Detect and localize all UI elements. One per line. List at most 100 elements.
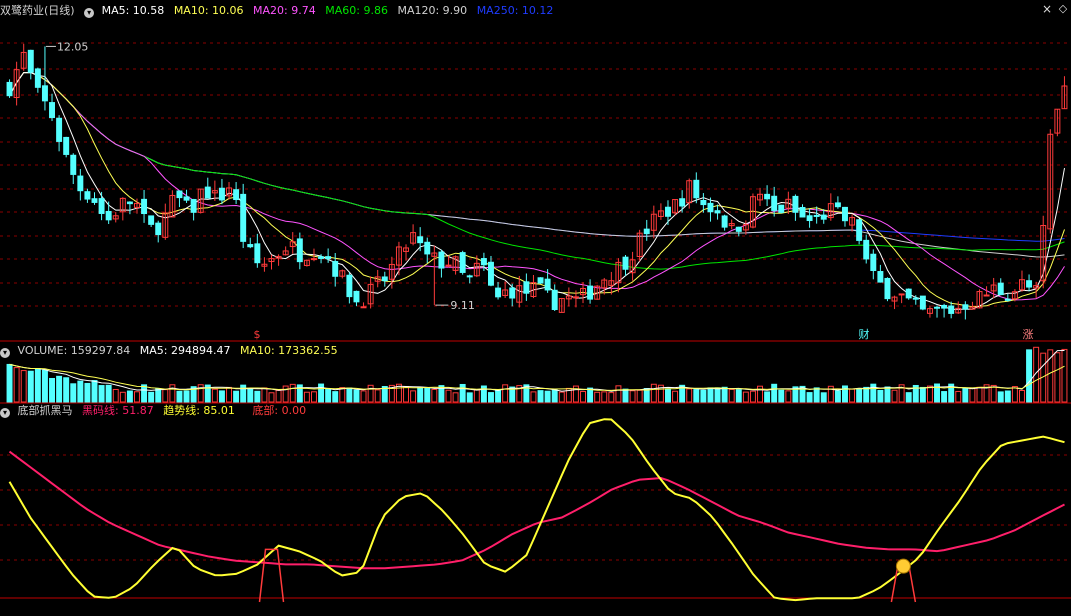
candle-body	[1004, 298, 1011, 301]
volume-bar	[884, 386, 891, 403]
candle-body	[495, 287, 502, 298]
candle-body	[247, 244, 254, 248]
volume-bar	[530, 391, 537, 403]
candle-body	[764, 193, 771, 200]
candle-body	[643, 228, 650, 235]
volume-toggle-icon[interactable]: ▾	[0, 348, 10, 358]
candle-body	[480, 258, 487, 266]
candle-body	[445, 264, 452, 267]
volume-bar	[587, 387, 594, 403]
candle-body	[155, 222, 162, 236]
chart-marker-2: 涨	[1023, 328, 1034, 341]
volume-bar	[311, 391, 317, 403]
candle-body	[1026, 280, 1033, 288]
volume-bar	[466, 392, 473, 403]
candle-body	[63, 136, 70, 155]
volume-bar	[424, 387, 431, 403]
candle-body	[27, 49, 34, 73]
volume-bar	[955, 390, 962, 403]
candle-body	[424, 241, 431, 255]
volume-bar	[339, 387, 346, 403]
volume-bar	[1026, 349, 1033, 403]
diamond-icon[interactable]: ◇	[1057, 3, 1069, 15]
candle-body	[296, 238, 303, 263]
volume-bar	[735, 389, 742, 403]
volume-bar	[346, 387, 353, 403]
candle-body	[325, 256, 332, 260]
volume-bar	[707, 387, 714, 403]
candle-body	[84, 191, 91, 200]
volume-bar	[289, 383, 296, 403]
candle-body	[233, 189, 240, 201]
candle-body	[778, 204, 785, 213]
candle-body	[190, 198, 197, 213]
candle-body	[912, 297, 919, 300]
bottom-face-icon	[895, 558, 911, 574]
volume-bar	[70, 383, 77, 403]
ma60-line	[9, 71, 1065, 270]
volume-bar	[849, 388, 856, 403]
candle-body	[905, 288, 912, 299]
candle-body	[870, 253, 877, 272]
volume-bar	[226, 386, 232, 403]
volume-bar	[813, 387, 820, 403]
volume-ma10-label: MA10: 173362.55	[239, 344, 338, 357]
volume-bar	[728, 388, 735, 403]
indicator-name: 底部抓黑马	[17, 404, 73, 417]
candle-body	[551, 289, 558, 310]
volume-bar	[764, 391, 771, 403]
candle-body	[856, 219, 863, 241]
volume-bar	[962, 387, 969, 403]
low-price-label: 9.11	[450, 299, 475, 312]
candle-body	[311, 258, 317, 261]
candle-body	[572, 296, 579, 299]
volume-bar	[56, 375, 63, 403]
volume-bar	[247, 388, 254, 403]
volume-bar	[112, 388, 119, 403]
candle-body	[34, 68, 41, 88]
volume-bar	[473, 389, 480, 403]
candle-body	[218, 187, 225, 201]
volume-bar	[693, 389, 700, 403]
volume-bar	[13, 367, 20, 403]
volume-bar	[155, 388, 162, 403]
volume-bar	[650, 383, 657, 403]
volume-bar	[785, 390, 792, 403]
volume-bar	[34, 368, 41, 403]
volume-bar	[615, 385, 622, 403]
candle-body	[488, 261, 494, 286]
volume-bar	[1054, 352, 1061, 403]
candle-body	[941, 304, 948, 309]
close-icon[interactable]: ×	[1041, 3, 1053, 15]
indicator-toggle-icon[interactable]: ▾	[0, 408, 10, 418]
candle-body	[735, 226, 742, 232]
volume-bar	[141, 384, 148, 403]
volume-bar	[77, 380, 84, 403]
hei-line	[8, 450, 1065, 570]
candle-body	[98, 198, 105, 214]
volume-bar	[742, 391, 749, 403]
candle-body	[360, 306, 367, 309]
volume-bar	[282, 385, 289, 403]
volume-ma10-line	[9, 363, 1065, 391]
volume-bar	[268, 392, 275, 403]
volume-bar	[275, 389, 282, 403]
settings-toggle-icon[interactable]: ▾	[84, 8, 95, 18]
volume-bar	[353, 389, 360, 403]
volume-bar	[148, 391, 155, 403]
candle-body	[898, 293, 905, 296]
volume-bar	[969, 387, 976, 403]
volume-bar	[877, 389, 884, 403]
candle-body	[934, 306, 940, 309]
ma20-line	[9, 71, 1065, 301]
candle-body	[105, 210, 112, 221]
volume-bar	[303, 391, 310, 403]
volume-bar	[183, 390, 190, 403]
candle-body	[466, 275, 473, 278]
candle-body	[183, 196, 190, 201]
stock-name[interactable]: 双鹭药业(日线)	[0, 4, 75, 17]
high-price-label: 12.05	[57, 40, 89, 53]
volume-bar	[495, 390, 502, 403]
candle-body	[983, 294, 990, 297]
candle-body	[707, 202, 714, 213]
